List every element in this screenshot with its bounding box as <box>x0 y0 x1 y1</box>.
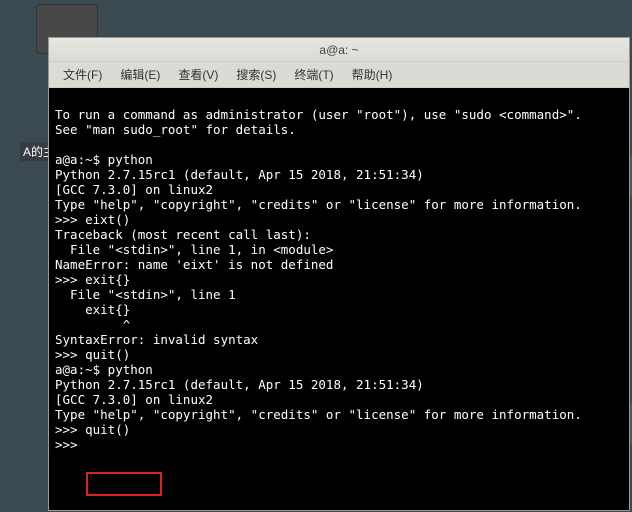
terminal-line: Python 2.7.15rc1 (default, Apr 15 2018, … <box>55 377 424 392</box>
menu-help[interactable]: 帮助(H) <box>344 63 401 86</box>
menu-search[interactable]: 搜索(S) <box>228 63 284 86</box>
terminal-line: exit{} <box>55 302 130 317</box>
terminal-line: NameError: name 'eixt' is not defined <box>55 257 333 272</box>
terminal-line: >>> <box>55 437 78 452</box>
menu-file[interactable]: 文件(F) <box>55 63 110 86</box>
terminal-line: To run a command as administrator (user … <box>55 107 582 122</box>
menubar: 文件(F) 编辑(E) 查看(V) 搜索(S) 终端(T) 帮助(H) <box>49 62 629 88</box>
desktop-background: A的主文件夹 a@a: ~ 文件(F) 编辑(E) 查看(V) 搜索(S) 终端… <box>0 0 632 512</box>
terminal-line: [GCC 7.3.0] on linux2 <box>55 182 213 197</box>
terminal-line: Python 2.7.15rc1 (default, Apr 15 2018, … <box>55 167 424 182</box>
terminal-line: Traceback (most recent call last): <box>55 227 311 242</box>
terminal-line: File "<stdin>", line 1 <box>55 287 236 302</box>
terminal-line: >>> eixt() <box>55 212 130 227</box>
terminal-line: SyntaxError: invalid syntax <box>55 332 258 347</box>
window-title: a@a: ~ <box>319 43 358 57</box>
terminal-line: ^ <box>55 317 130 332</box>
menu-edit[interactable]: 编辑(E) <box>112 63 168 86</box>
menu-terminal[interactable]: 终端(T) <box>286 63 341 86</box>
terminal-line: >>> quit() <box>55 347 130 362</box>
terminal-line: File "<stdin>", line 1, in <module> <box>55 242 333 257</box>
terminal-window: a@a: ~ 文件(F) 编辑(E) 查看(V) 搜索(S) 终端(T) 帮助(… <box>48 37 630 511</box>
menu-view[interactable]: 查看(V) <box>170 63 226 86</box>
terminal-line: a@a:~$ python <box>55 152 153 167</box>
terminal-line: >>> exit{} <box>55 272 130 287</box>
terminal-line: a@a:~$ python <box>55 362 153 377</box>
terminal-line: >>> quit() <box>55 422 130 437</box>
terminal-line: [GCC 7.3.0] on linux2 <box>55 392 213 407</box>
window-titlebar[interactable]: a@a: ~ <box>49 38 629 62</box>
terminal-line: Type "help", "copyright", "credits" or "… <box>55 197 582 212</box>
terminal-line: See "man sudo_root" for details. <box>55 122 296 137</box>
terminal-line: Type "help", "copyright", "credits" or "… <box>55 407 582 422</box>
terminal-output[interactable]: To run a command as administrator (user … <box>49 88 629 510</box>
annotation-highlight-box <box>86 472 162 496</box>
